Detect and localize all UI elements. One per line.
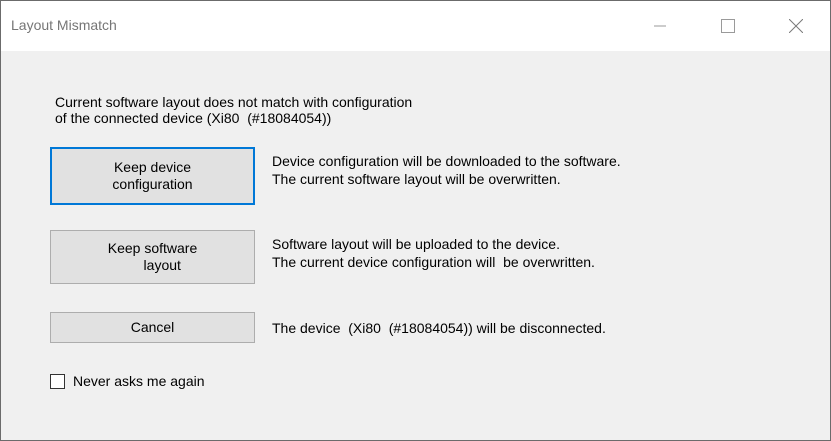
title-bar[interactable]: Layout Mismatch <box>1 1 830 51</box>
keep-software-layout-description: Software layout will be uploaded to the … <box>272 236 595 270</box>
maximize-button[interactable] <box>705 1 751 51</box>
cancel-button[interactable]: Cancel <box>50 312 255 343</box>
keep-device-configuration-button[interactable]: Keep device configuration <box>50 147 255 205</box>
minimize-button[interactable] <box>637 1 683 51</box>
close-icon <box>789 19 803 33</box>
dialog-window: Layout Mismatch Current software layout … <box>0 0 831 441</box>
minimize-icon <box>654 25 666 27</box>
window-title: Layout Mismatch <box>11 17 117 33</box>
maximize-icon <box>721 19 735 33</box>
keep-software-layout-button[interactable]: Keep software layout <box>50 230 255 284</box>
cancel-description: The device (Xi80 (#18084054)) will be di… <box>272 320 606 336</box>
never-ask-label[interactable]: Never asks me again <box>73 373 205 389</box>
keep-device-configuration-description: Device configuration will be downloaded … <box>272 153 621 187</box>
mismatch-message: Current software layout does not match w… <box>55 94 413 126</box>
never-ask-row[interactable]: Never asks me again <box>50 373 205 389</box>
close-button[interactable] <box>773 1 819 51</box>
never-ask-checkbox[interactable] <box>50 373 65 389</box>
